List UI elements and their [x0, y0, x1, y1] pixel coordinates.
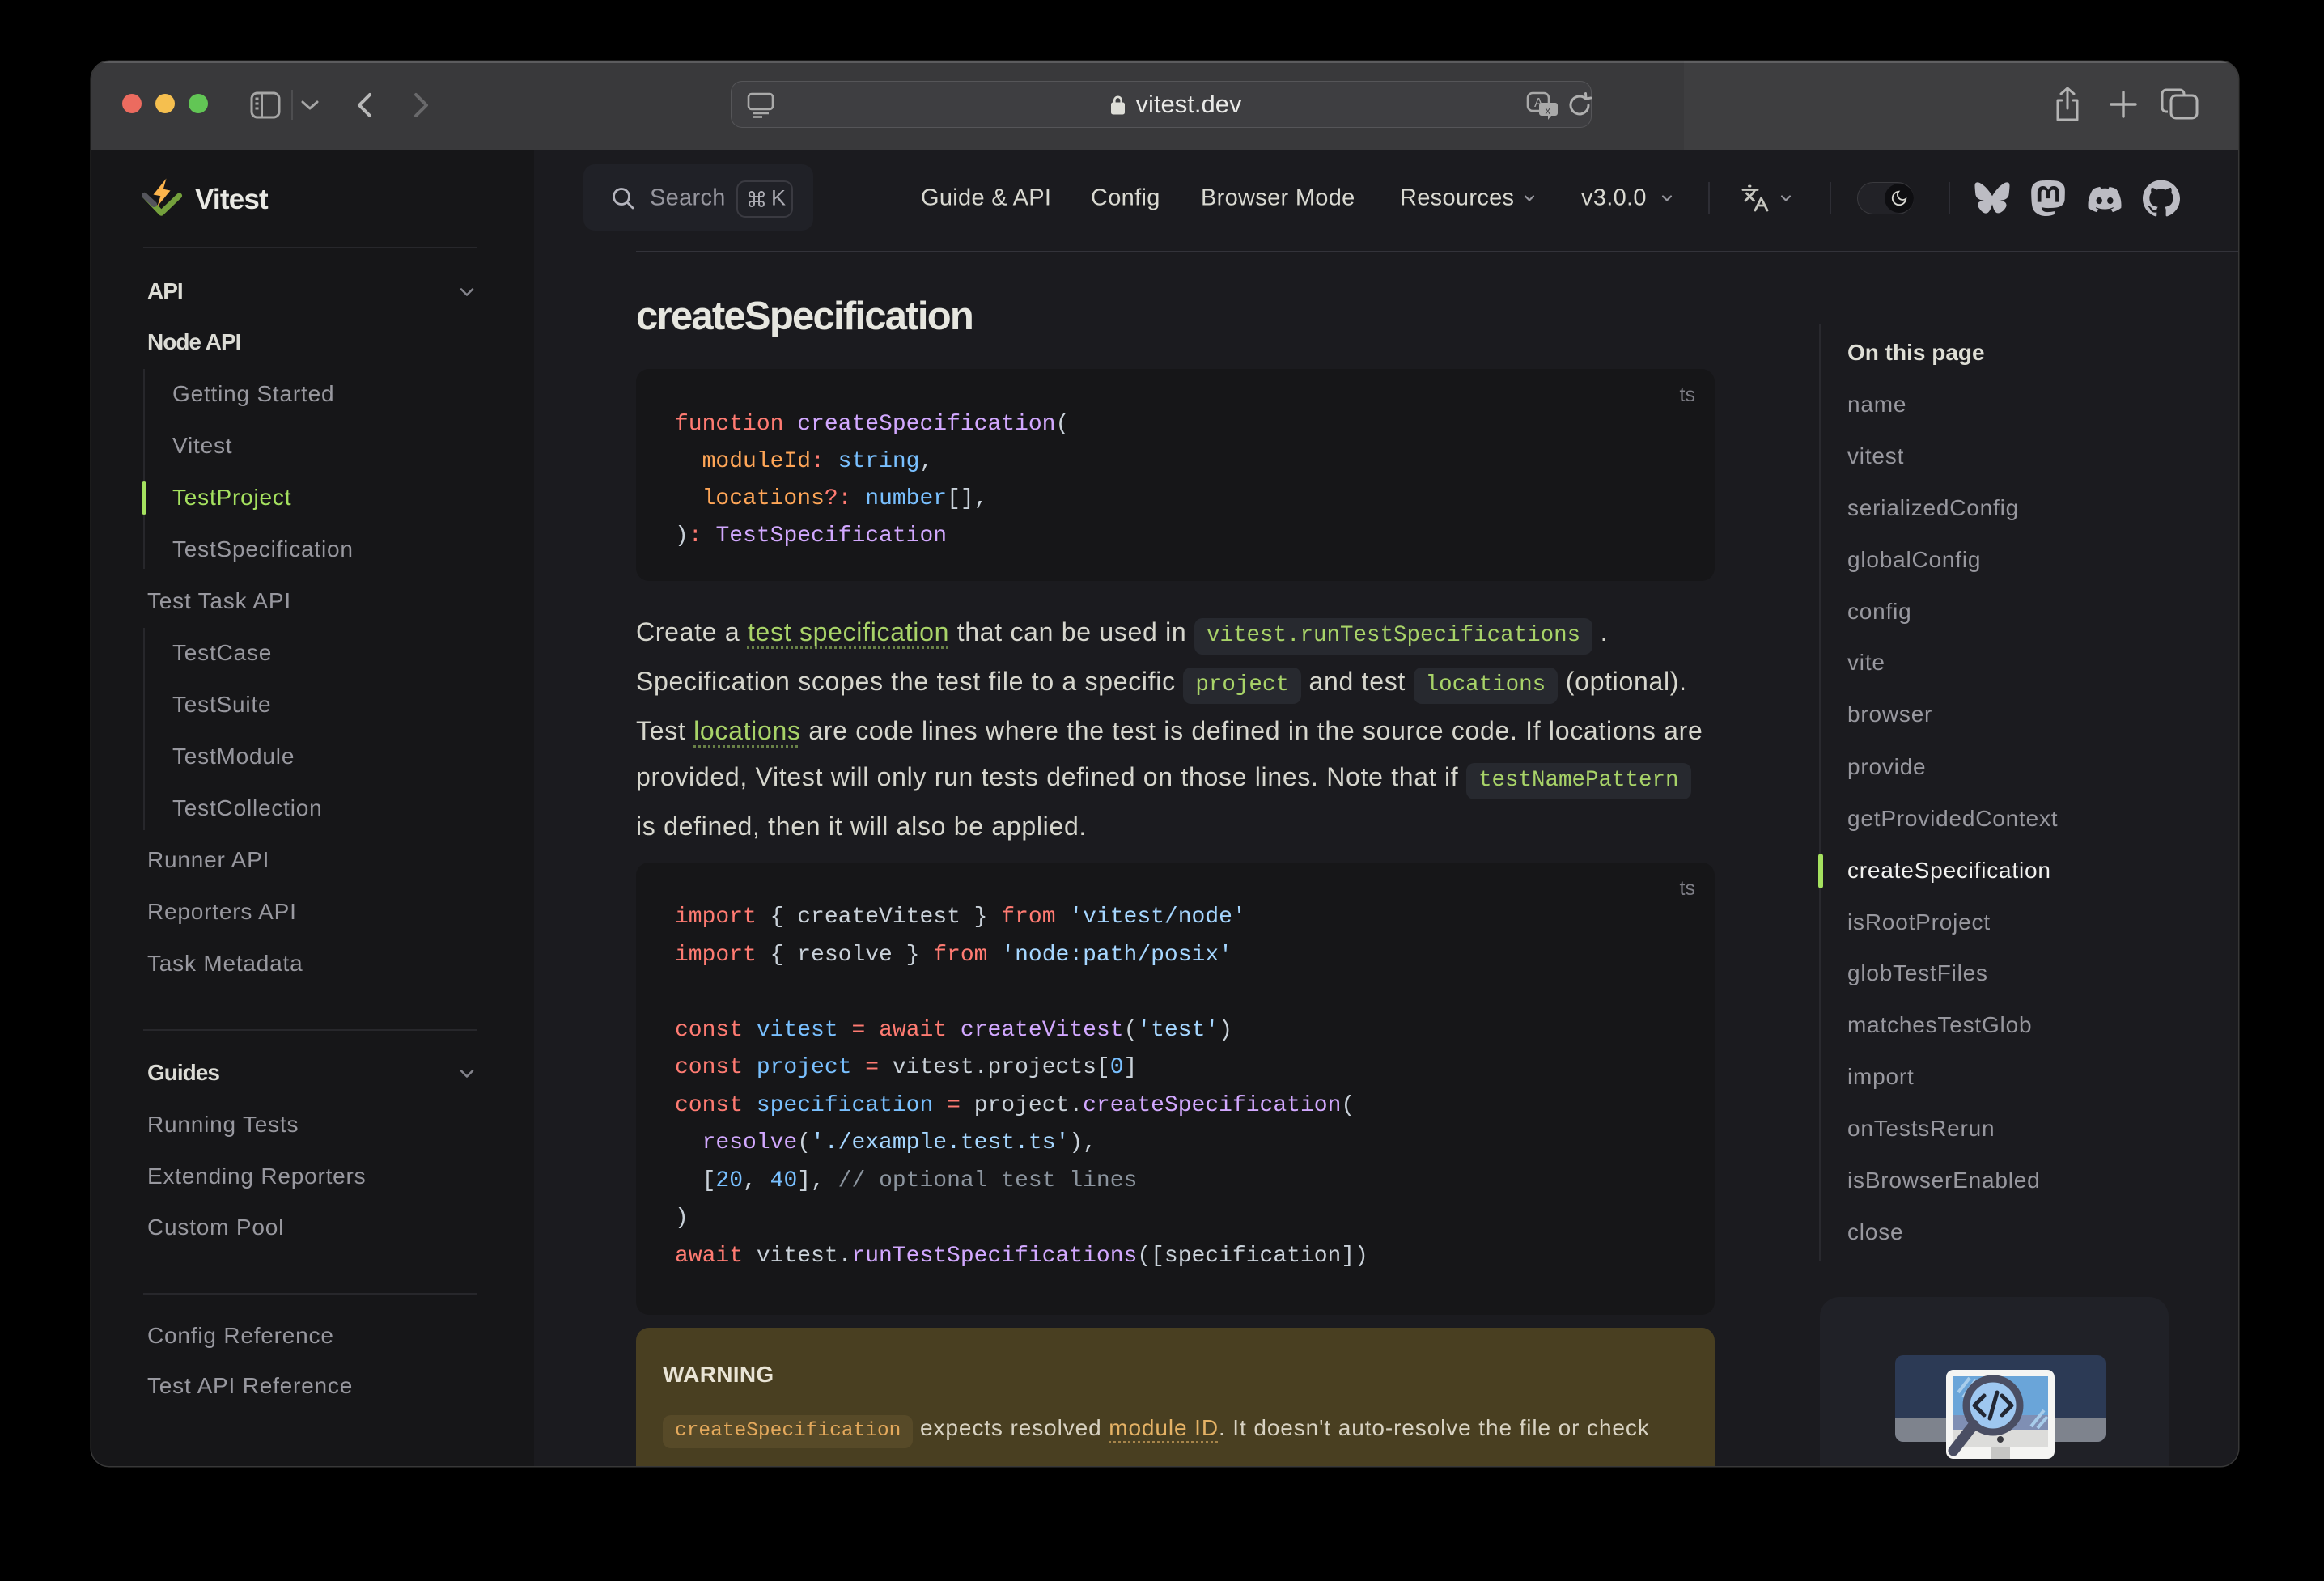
svg-text:x: x	[1546, 104, 1551, 117]
